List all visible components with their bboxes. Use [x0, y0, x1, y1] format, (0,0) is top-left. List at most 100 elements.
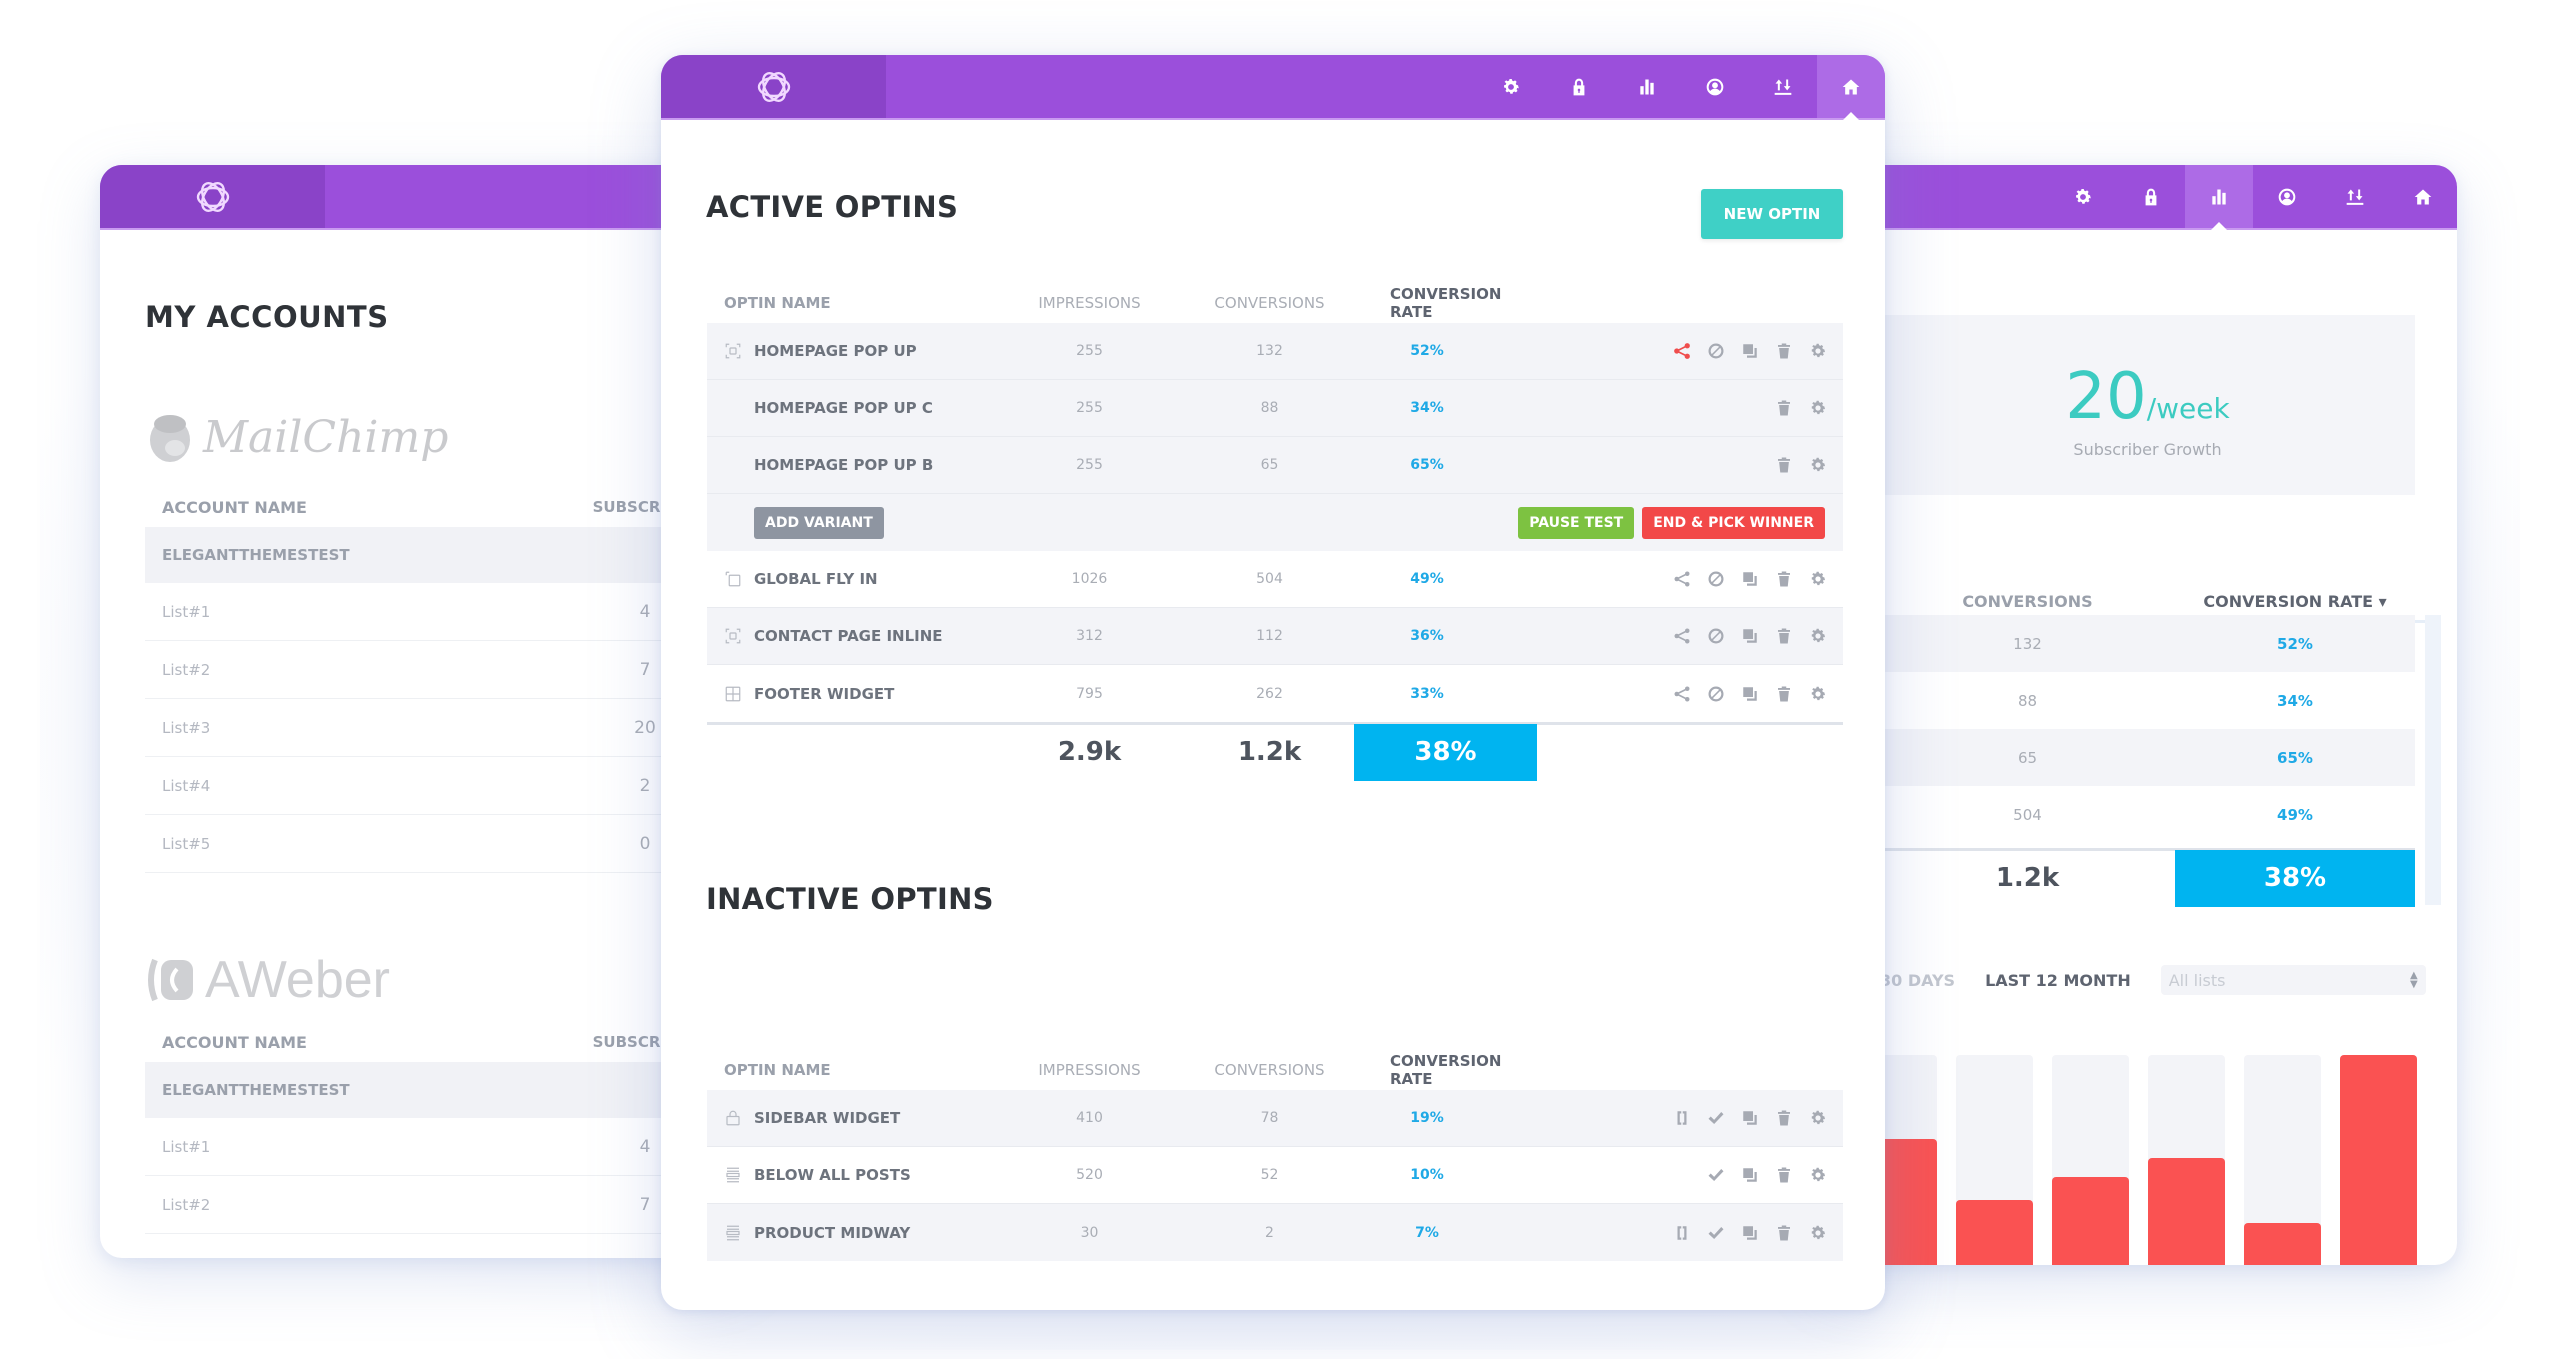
nav-statistics[interactable] — [2185, 165, 2253, 230]
shortcode-button[interactable] — [1671, 1222, 1693, 1244]
deactivate-button[interactable] — [1705, 625, 1727, 647]
nav-accounts[interactable] — [1681, 55, 1749, 118]
optin-name-header[interactable]: OPTIN NAME — [707, 294, 1012, 312]
table-row[interactable]: HOMEPAGE POP UP 255 132 52% — [707, 323, 1843, 380]
conversions-header[interactable]: CONVERSIONS — [1167, 1061, 1372, 1079]
duplicate-button[interactable] — [1739, 683, 1761, 705]
conversion-rate-header[interactable]: CONVERSION RATE — [1372, 1052, 1522, 1088]
shortcode-button[interactable] — [1671, 1107, 1693, 1129]
optin-name-header[interactable]: OPTIN NAME — [707, 1061, 1012, 1079]
duplicate-button[interactable] — [1739, 1107, 1761, 1129]
pause-test-button[interactable]: PAUSE TEST — [1518, 506, 1635, 539]
settings-button[interactable] — [1807, 1164, 1829, 1186]
chart-bar[interactable] — [1956, 1200, 2033, 1265]
delete-button[interactable] — [1773, 568, 1795, 590]
list-name: List#1 — [162, 1137, 211, 1156]
delete-button[interactable] — [1773, 454, 1795, 476]
settings-button[interactable] — [1807, 340, 1829, 362]
settings-button[interactable] — [1807, 568, 1829, 590]
settings-button[interactable] — [1807, 1222, 1829, 1244]
settings-button[interactable] — [1807, 397, 1829, 419]
deactivate-button[interactable] — [1705, 568, 1727, 590]
nav-home[interactable] — [2389, 165, 2457, 228]
settings-button[interactable] — [1807, 683, 1829, 705]
account-group-row[interactable]: ELEGANTTHEMESTEST — [145, 527, 740, 583]
chart-bar[interactable] — [2244, 1223, 2321, 1265]
duplicate-button[interactable] — [1739, 625, 1761, 647]
settings-button[interactable] — [1807, 454, 1829, 476]
conversion-rate-header[interactable]: CONVERSION RATE — [1372, 285, 1522, 321]
list-row[interactable]: List#2 7 — [145, 1176, 740, 1234]
list-subscribers: 4 — [639, 1136, 651, 1157]
delete-button[interactable] — [1773, 340, 1795, 362]
settings-button[interactable] — [1807, 1107, 1829, 1129]
table-row[interactable]: CONTACT PAGE INLINE 312 112 36% — [707, 608, 1843, 665]
delete-button[interactable] — [1773, 1107, 1795, 1129]
delete-button[interactable] — [1773, 625, 1795, 647]
user-circle-icon — [2277, 187, 2297, 207]
table-row[interactable]: SIDEBAR WIDGET 410 78 19% — [707, 1090, 1843, 1147]
table-row-variant[interactable]: HOMEPAGE POP UP C 255 88 34% — [707, 380, 1843, 437]
split-test-button[interactable] — [1671, 683, 1693, 705]
nav-settings[interactable] — [2049, 165, 2117, 228]
split-test-button[interactable] — [1671, 340, 1693, 362]
list-row[interactable]: List#4 2 — [145, 757, 740, 815]
table-row-variant[interactable]: HOMEPAGE POP UP B 255 65 65% — [707, 437, 1843, 494]
deactivate-button[interactable] — [1705, 340, 1727, 362]
impressions-header[interactable]: IMPRESSIONS — [1012, 1061, 1167, 1079]
conversion-rate-header-sorted[interactable]: CONVERSION RATE ▾ — [2175, 592, 2415, 611]
list-select[interactable]: All lists ▲ ▼ — [2160, 965, 2426, 995]
inline-post-icon — [724, 1224, 742, 1242]
growth-label: Subscriber Growth — [2073, 440, 2222, 459]
conversions-header[interactable]: CONVERSIONS — [1880, 592, 2175, 611]
filter-30-days[interactable]: 30 DAYS — [1880, 971, 1955, 990]
filter-last-12-month[interactable]: LAST 12 MONTH — [1985, 971, 2131, 990]
nav-locked-content[interactable] — [1545, 55, 1613, 118]
table-row[interactable]: GLOBAL FLY IN 1026 504 49% — [707, 551, 1843, 608]
nav-import-export[interactable] — [1749, 55, 1817, 118]
nav-accounts[interactable] — [2253, 165, 2321, 228]
split-test-button[interactable] — [1671, 568, 1693, 590]
conversions-header[interactable]: CONVERSIONS — [1167, 294, 1372, 312]
account-group-row[interactable]: ELEGANTTHEMESTEST — [145, 1062, 740, 1118]
nav-statistics[interactable] — [1613, 55, 1681, 118]
add-variant-button[interactable]: ADD VARIANT — [754, 506, 884, 539]
table-row[interactable]: PRODUCT MIDWAY 30 2 7% — [707, 1204, 1843, 1261]
table-row[interactable]: BELOW ALL POSTS 520 52 10% — [707, 1147, 1843, 1204]
impressions-header[interactable]: IMPRESSIONS — [1012, 294, 1167, 312]
chart-bar[interactable] — [2148, 1158, 2225, 1265]
list-row[interactable]: List#1 4 — [145, 583, 740, 641]
nav-locked-content[interactable] — [2117, 165, 2185, 228]
settings-button[interactable] — [1807, 625, 1829, 647]
nav-settings[interactable] — [1477, 55, 1545, 118]
duplicate-button[interactable] — [1739, 568, 1761, 590]
nav-import-export[interactable] — [2321, 165, 2389, 228]
end-pick-winner-button[interactable]: END & PICK WINNER — [1642, 506, 1825, 539]
delete-button[interactable] — [1773, 1222, 1795, 1244]
new-optin-button[interactable]: NEW OPTIN — [1701, 189, 1843, 239]
activate-button[interactable] — [1705, 1222, 1727, 1244]
duplicate-button[interactable] — [1739, 340, 1761, 362]
duplicate-button[interactable] — [1739, 1164, 1761, 1186]
list-row[interactable]: List#1 4 — [145, 1118, 740, 1176]
activate-button[interactable] — [1705, 1164, 1727, 1186]
split-test-button[interactable] — [1671, 625, 1693, 647]
delete-button[interactable] — [1773, 683, 1795, 705]
list-row[interactable]: List#5 0 — [145, 815, 740, 873]
stats-table-scrollbar[interactable] — [2425, 615, 2441, 905]
delete-button[interactable] — [1773, 1164, 1795, 1186]
table-row[interactable]: FOOTER WIDGET 795 262 33% — [707, 665, 1843, 722]
list-row[interactable]: List#2 7 — [145, 641, 740, 699]
nav-home[interactable] — [1817, 55, 1885, 120]
bloom-logo[interactable] — [100, 165, 325, 228]
delete-button[interactable] — [1773, 397, 1795, 419]
deactivate-button[interactable] — [1705, 683, 1727, 705]
activate-button[interactable] — [1705, 1107, 1727, 1129]
list-row[interactable]: List#3 20 — [145, 699, 740, 757]
bloom-logo[interactable] — [661, 55, 886, 118]
chart-bar[interactable] — [2052, 1177, 2129, 1265]
total-conversions: 1.2k — [1237, 737, 1302, 767]
chart-bar[interactable] — [2340, 1055, 2417, 1265]
list-name: List#1 — [162, 602, 211, 621]
duplicate-button[interactable] — [1739, 1222, 1761, 1244]
